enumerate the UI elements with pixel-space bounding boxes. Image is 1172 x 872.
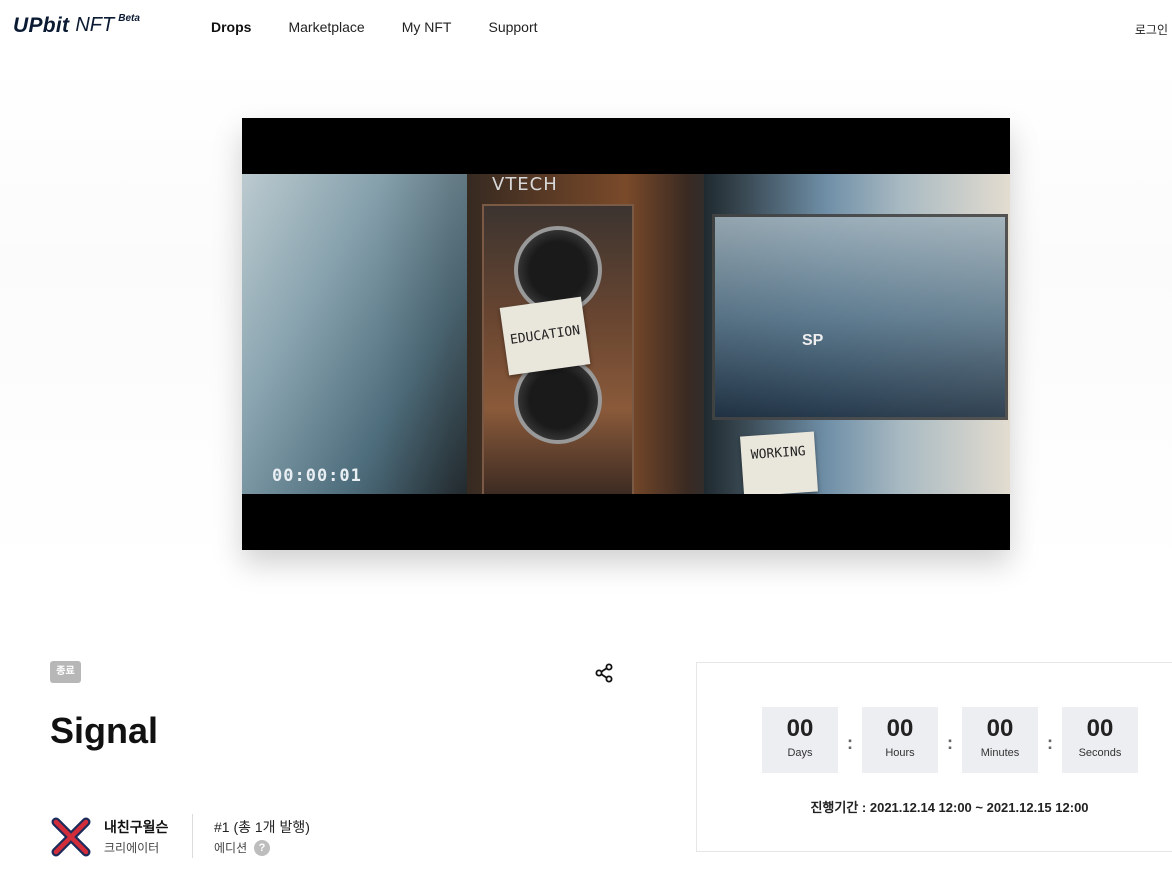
screen-overlay-text: SP [802,332,824,349]
seconds-value: 00 [1086,715,1114,742]
nav-drops[interactable]: Drops [211,19,251,35]
sale-period: 진행기간 : 2021.12.14 12:00 ~ 2021.12.15 12:… [810,800,1089,815]
countdown-separator: : [1047,732,1053,753]
edition-label: 에디션 [214,841,248,855]
device-brand: VTECH [492,174,558,195]
creator-avatar[interactable] [50,816,92,858]
sticky-note-working: WORKING [739,431,819,494]
seconds-label: Seconds [1078,747,1122,759]
upbit-nft-logo[interactable]: UPbit NFT Beta [13,13,140,44]
countdown-panel: 00 Days : 00 Hours : 00 Minutes : 00 Sec… [696,662,1172,852]
nft-title: Signal [50,710,159,751]
minutes-value: 00 [986,715,1014,742]
logo-nft: NFT [75,14,115,36]
countdown-hours: 00 Hours [862,707,938,773]
countdown-minutes: 00 Minutes [962,707,1038,773]
video-timecode: 00:00:01 [272,466,362,486]
info-divider [192,814,193,858]
creator-role-label: 크리에이터 [104,841,160,855]
video-frame: VTECH EDUCATION WORKING SP 00:00:01 [242,174,1010,494]
nav-marketplace[interactable]: Marketplace [288,19,364,35]
share-icon[interactable] [594,663,614,683]
hours-value: 00 [886,715,914,742]
countdown-separator: : [947,732,953,753]
nav-my-nft[interactable]: My NFT [402,19,452,35]
edition-value: #1 (총 1개 발행) [214,819,310,835]
days-label: Days [787,747,813,759]
creator-name[interactable]: 내친구윌슨 [104,817,168,837]
countdown-boxes: 00 Days : 00 Hours : 00 Minutes : 00 Sec… [762,707,1138,773]
countdown-days: 00 Days [762,707,838,773]
hours-label: Hours [885,747,915,759]
nav-support[interactable]: Support [488,19,537,35]
minutes-label: Minutes [980,747,1020,759]
logo-brand: UPbit [13,14,70,37]
top-header: UPbit NFT Beta Drops Marketplace My NFT … [0,0,1172,56]
nft-video-player[interactable]: VTECH EDUCATION WORKING SP 00:00:01 [242,118,1010,550]
days-value: 00 [786,715,814,742]
logo-beta: Beta [118,13,140,24]
right-screen [712,214,1008,420]
main-nav: Drops Marketplace My NFT Support [211,19,575,35]
left-monitor [242,174,467,494]
help-icon[interactable]: ? [254,840,270,856]
login-link[interactable]: 로그인 [1135,21,1168,38]
sticky-note-education: EDUCATION [499,296,591,376]
countdown-seconds: 00 Seconds [1062,707,1138,773]
countdown-separator: : [847,732,853,753]
status-badge: 종료 [50,661,81,683]
